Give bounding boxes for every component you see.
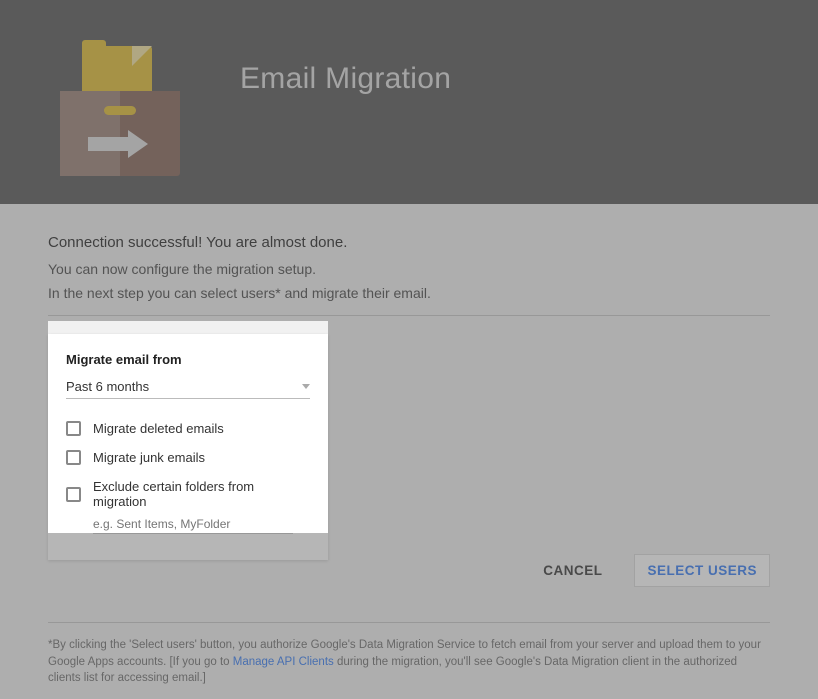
config-panel: Migrate email from Past 6 months Migrate… — [48, 334, 328, 560]
checkbox-label: Exclude certain folders from migration — [93, 479, 310, 509]
select-users-button[interactable]: SELECT USERS — [634, 554, 770, 587]
migrate-from-label: Migrate email from — [66, 352, 310, 367]
info-line-2: In the next step you can select users* a… — [48, 285, 770, 301]
email-migration-icon — [60, 36, 180, 176]
footer-disclaimer: *By clicking the 'Select users' button, … — [48, 622, 770, 687]
checkbox-icon — [66, 450, 81, 465]
checkbox-icon — [66, 487, 81, 502]
manage-api-clients-link[interactable]: Manage API Clients — [233, 656, 334, 668]
divider — [48, 315, 770, 316]
header: Email Migration — [0, 0, 818, 204]
exclude-folders-input[interactable] — [93, 515, 293, 534]
cancel-button[interactable]: CANCEL — [543, 563, 602, 578]
checkbox-exclude-folders[interactable]: Exclude certain folders from migration — [66, 479, 310, 509]
chevron-down-icon — [302, 384, 310, 389]
checkbox-migrate-junk[interactable]: Migrate junk emails — [66, 450, 310, 465]
checkbox-migrate-deleted[interactable]: Migrate deleted emails — [66, 421, 310, 436]
migrate-from-value: Past 6 months — [66, 379, 149, 394]
info-line-1: You can now configure the migration setu… — [48, 261, 770, 277]
status-message: Connection successful! You are almost do… — [48, 234, 770, 251]
page-title: Email Migration — [240, 62, 451, 96]
checkbox-label: Migrate junk emails — [93, 450, 205, 465]
checkbox-label: Migrate deleted emails — [93, 421, 224, 436]
action-bar: CANCEL SELECT USERS — [543, 554, 770, 587]
content: Connection successful! You are almost do… — [0, 204, 818, 699]
checkbox-icon — [66, 421, 81, 436]
migrate-from-select[interactable]: Past 6 months — [66, 379, 310, 399]
